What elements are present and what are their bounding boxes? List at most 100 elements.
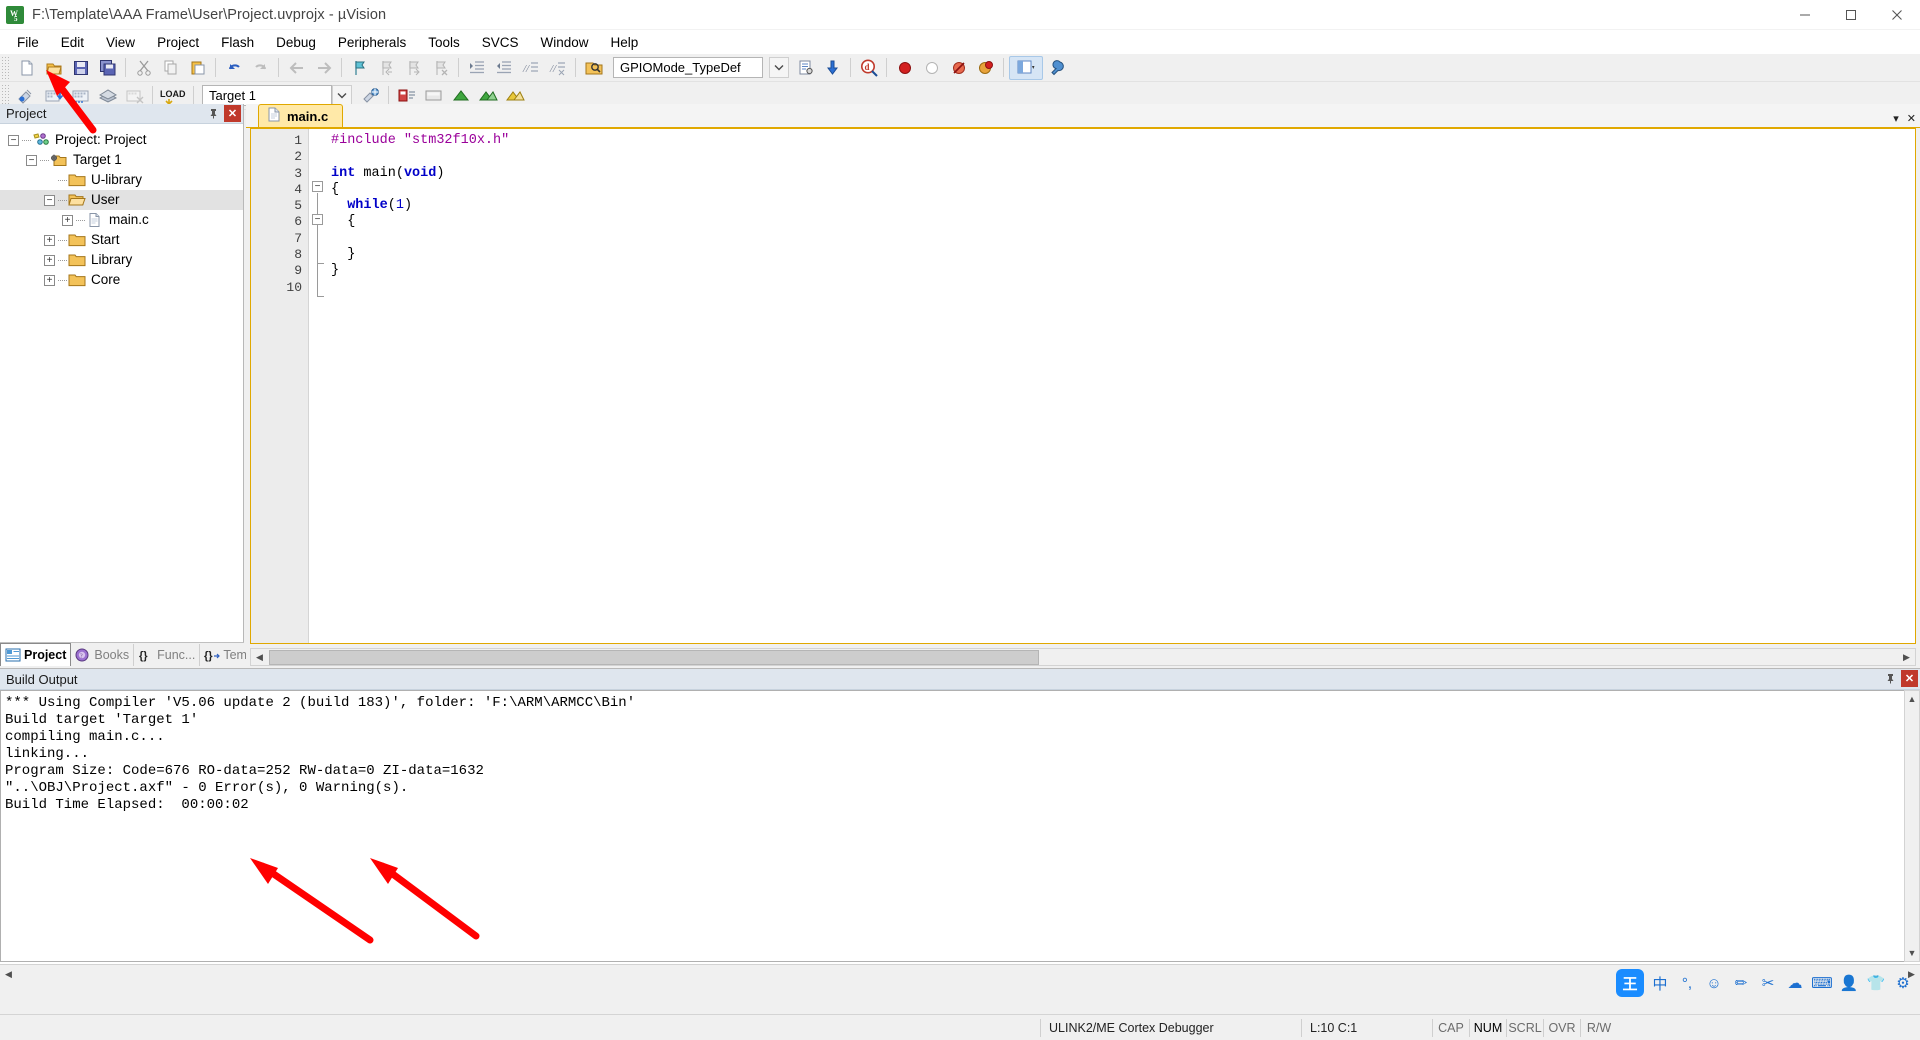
expander-icon[interactable]: − [44,194,55,206]
scroll-right-arrow[interactable]: ▶ [1898,649,1915,665]
save-all-icon[interactable] [95,56,120,80]
disable-all-breakpoints-icon[interactable] [973,56,998,80]
copy-icon[interactable] [158,56,183,80]
kill-all-breakpoints-icon[interactable] [946,56,971,80]
configuration-wizard-icon[interactable] [1045,56,1070,80]
ime-skin-icon[interactable]: 👕 [1865,972,1887,994]
tree-node-u-library[interactable]: U-library [0,170,243,190]
scroll-up-arrow[interactable]: ▲ [1905,691,1919,707]
symbol-search-combo[interactable]: GPIOMode_TypeDef [613,57,763,78]
tree-node-main-c[interactable]: + main.c [0,210,243,230]
prev-bookmark-icon[interactable] [374,56,399,80]
outdent-icon[interactable] [491,56,516,80]
menu-flash[interactable]: Flash [210,33,265,52]
menu-view[interactable]: View [95,33,146,52]
target-selector-value[interactable]: Target 1 [203,88,262,103]
expander-icon[interactable]: + [62,214,73,226]
maximize-button[interactable] [1828,0,1874,30]
uncomment-icon[interactable]: // [545,56,570,80]
ime-toolbar[interactable]: 王 中 °, ☺ ✏ ✂ ☁ ⌨ 👤 👕 ⚙ [1616,968,1914,998]
tab-books[interactable]: ? Books [71,644,135,666]
paste-icon[interactable] [185,56,210,80]
close-icon[interactable]: ✕ [1901,670,1918,687]
code-text-area[interactable]: #include "stm32f10x.h" int main(void) { … [331,129,1915,643]
ime-keyboard-icon[interactable]: ⌨ [1811,972,1833,994]
menu-help[interactable]: Help [600,33,650,52]
open-file-icon[interactable] [41,56,66,80]
menu-edit[interactable]: Edit [50,33,95,52]
ime-punctuation-icon[interactable]: °, [1676,972,1698,994]
find-next-icon[interactable] [820,56,845,80]
tree-node-user[interactable]: − User [0,190,243,210]
expander-icon[interactable]: − [8,134,19,146]
menu-file[interactable]: File [6,33,50,52]
tree-node-project[interactable]: − Project: Project [0,130,243,150]
browse-symbols-icon[interactable] [793,56,818,80]
close-icon[interactable]: ✕ [224,105,241,122]
fold-box-line4[interactable]: − [312,181,323,192]
window-layout-icon[interactable] [1009,55,1043,80]
build-output-text[interactable]: *** Using Compiler 'V5.06 update 2 (buil… [0,690,1904,962]
expander-icon[interactable]: + [44,254,55,266]
target-dropdown-arrow[interactable] [332,85,352,106]
menu-tools[interactable]: Tools [417,33,471,52]
close-document-icon[interactable]: ✕ [1907,112,1916,125]
find-in-files-icon[interactable] [581,56,606,80]
new-file-icon[interactable] [14,56,39,80]
expander-icon[interactable]: + [44,234,55,246]
ime-language-icon[interactable]: 中 [1649,972,1671,994]
next-bookmark-icon[interactable] [401,56,426,80]
ime-emoji-icon[interactable]: ☺ [1703,972,1725,994]
expander-icon[interactable]: + [44,274,55,286]
target-selector[interactable]: Target 1 [202,85,332,106]
ime-handwriting-icon[interactable]: ✏ [1730,972,1752,994]
pin-icon[interactable] [205,105,222,122]
scroll-thumb[interactable] [269,649,1039,665]
navigate-back-icon[interactable] [284,56,309,80]
symbol-search-value[interactable]: GPIOMode_TypeDef [614,60,747,75]
scroll-left-arrow[interactable]: ◀ [0,966,17,983]
document-list-icon[interactable]: ▾ [1893,112,1899,125]
pin-icon[interactable] [1882,670,1899,687]
tree-node-library[interactable]: + Library [0,250,243,270]
tree-node-core[interactable]: + Core [0,270,243,290]
redo-icon[interactable] [248,56,273,80]
minimize-button[interactable] [1782,0,1828,30]
menu-svcs[interactable]: SVCS [471,33,530,52]
code-folding-column[interactable]: − − [309,129,331,643]
close-button[interactable] [1874,0,1920,30]
ime-screenshot-icon[interactable]: ✂ [1757,972,1779,994]
expander-icon[interactable]: − [26,154,37,166]
editor-horizontal-scrollbar[interactable]: ◀ ▶ [250,648,1916,666]
fold-box-line6[interactable]: − [312,214,323,225]
find-icon[interactable]: d [856,56,881,80]
dropdown-arrow-icon[interactable] [769,57,789,78]
undo-icon[interactable] [221,56,246,80]
ime-cloud-icon[interactable]: ☁ [1784,972,1806,994]
menu-peripherals[interactable]: Peripherals [327,33,417,52]
save-icon[interactable] [68,56,93,80]
build-vertical-scrollbar[interactable]: ▲ ▼ [1904,690,1920,962]
tree-node-target[interactable]: − Target 1 [0,150,243,170]
ime-user-icon[interactable]: 👤 [1838,972,1860,994]
tree-node-start[interactable]: + Start [0,230,243,250]
insert-breakpoint-icon[interactable] [892,56,917,80]
scroll-left-arrow[interactable]: ◀ [251,649,268,665]
ime-logo-icon[interactable]: 王 [1616,969,1644,997]
menu-project[interactable]: Project [146,33,210,52]
tab-functions[interactable]: {} Func... [134,644,201,666]
menu-debug[interactable]: Debug [265,33,327,52]
disable-breakpoint-icon[interactable] [919,56,944,80]
code-editor[interactable]: 1 2 3 4 5 6 7 8 9 10 − − #include "stm32… [250,128,1916,644]
cut-icon[interactable] [131,56,156,80]
navigate-forward-icon[interactable] [311,56,336,80]
ime-settings-icon[interactable]: ⚙ [1892,972,1914,994]
insert-bookmark-icon[interactable] [347,56,372,80]
menu-window[interactable]: Window [529,33,599,52]
scroll-down-arrow[interactable]: ▼ [1905,945,1919,961]
comment-icon[interactable]: // [518,56,543,80]
document-tab-main-c[interactable]: main.c [258,104,344,127]
clear-bookmarks-icon[interactable] [428,56,453,80]
tab-project[interactable]: Project [0,643,72,666]
toolbar-grip[interactable] [2,56,11,79]
